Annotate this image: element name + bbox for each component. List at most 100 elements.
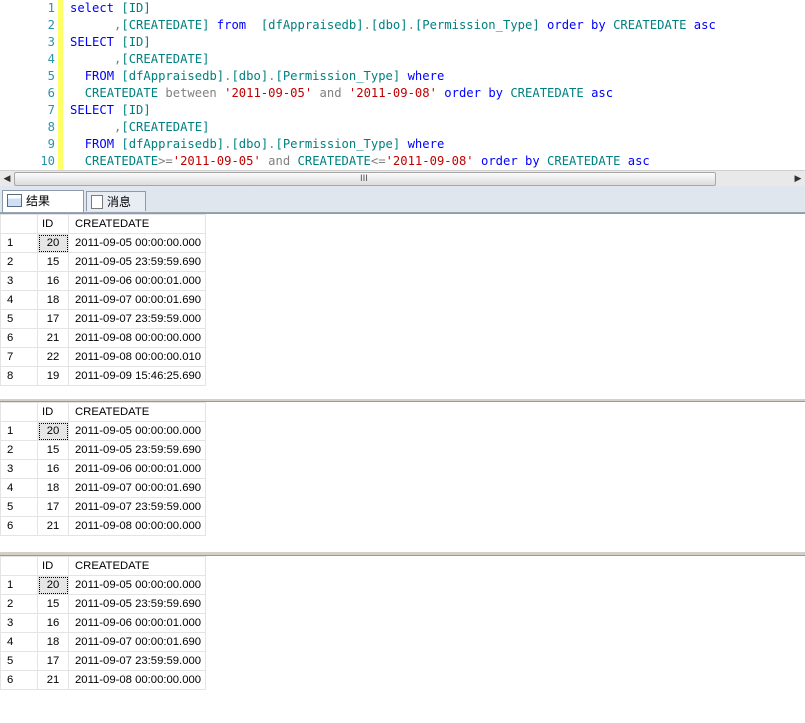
id-cell[interactable]: 16 <box>37 613 69 633</box>
column-header[interactable]: CREATEDATE <box>68 556 206 576</box>
createdate-cell[interactable]: 2011-09-05 23:59:59.690 <box>68 594 206 614</box>
id-cell[interactable]: 16 <box>37 459 69 479</box>
code-line[interactable]: 3 SELECT [ID] <box>0 34 805 51</box>
table-row[interactable]: 4 18 2011-09-07 00:00:01.690 <box>0 478 206 498</box>
table-row[interactable]: 2 15 2011-09-05 23:59:59.690 <box>0 594 206 614</box>
row-number[interactable]: 1 <box>0 421 38 441</box>
code-text[interactable]: ,[CREATEDATE] <box>70 119 209 136</box>
row-number[interactable]: 5 <box>0 309 38 329</box>
results-grid-2[interactable]: ID CREATEDATE 1 20 2011-09-05 00:00:00.000 2 1… <box>0 401 805 549</box>
row-number[interactable]: 1 <box>0 575 38 595</box>
createdate-cell[interactable]: 2011-09-08 00:00:00.000 <box>68 328 206 348</box>
table-row[interactable]: 6 21 2011-09-08 00:00:00.000 <box>0 328 206 348</box>
code-text[interactable]: CREATEDATE between '2011-09-05' and '201… <box>70 85 613 102</box>
corner-cell[interactable] <box>0 402 38 422</box>
table-row[interactable]: 1 20 2011-09-05 00:00:00.000 <box>0 233 206 253</box>
createdate-cell[interactable]: 2011-09-07 00:00:01.690 <box>68 478 206 498</box>
result-table[interactable]: ID CREATEDATE 1 20 2011-09-05 00:00:00.000 2 1… <box>0 556 206 690</box>
table-row[interactable]: 4 18 2011-09-07 00:00:01.690 <box>0 632 206 652</box>
column-header[interactable]: ID <box>37 556 69 576</box>
code-text[interactable]: select [ID] <box>70 0 151 17</box>
column-header[interactable]: ID <box>37 214 69 234</box>
id-cell[interactable]: 18 <box>37 290 69 310</box>
chevron-right-icon[interactable]: ▶ <box>791 171 805 186</box>
code-line[interactable]: 4 ,[CREATEDATE] <box>0 51 805 68</box>
id-cell[interactable]: 22 <box>37 347 69 367</box>
row-number[interactable]: 3 <box>0 459 38 479</box>
table-row[interactable]: 3 16 2011-09-06 00:00:01.000 <box>0 459 206 479</box>
id-cell[interactable]: 15 <box>37 252 69 272</box>
code-text[interactable]: FROM [dfAppraisedb].[dbo].[Permission_Ty… <box>70 68 445 85</box>
table-row[interactable]: 3 16 2011-09-06 00:00:01.000 <box>0 613 206 633</box>
createdate-cell[interactable]: 2011-09-05 00:00:00.000 <box>68 421 206 441</box>
row-number[interactable]: 8 <box>0 366 38 386</box>
id-cell[interactable]: 20 <box>37 575 69 595</box>
code-text[interactable]: CREATEDATE>='2011-09-05' and CREATEDATE<… <box>70 153 650 170</box>
createdate-cell[interactable]: 2011-09-06 00:00:01.000 <box>68 613 206 633</box>
column-header[interactable]: ID <box>37 402 69 422</box>
code-line[interactable]: 5 FROM [dfAppraisedb].[dbo].[Permission_… <box>0 68 805 85</box>
createdate-cell[interactable]: 2011-09-05 00:00:00.000 <box>68 233 206 253</box>
corner-cell[interactable] <box>0 214 38 234</box>
table-row[interactable]: 8 19 2011-09-09 15:46:25.690 <box>0 366 206 386</box>
result-table[interactable]: ID CREATEDATE 1 20 2011-09-05 00:00:00.000 2 1… <box>0 214 206 386</box>
id-cell[interactable]: 18 <box>37 632 69 652</box>
createdate-cell[interactable]: 2011-09-08 00:00:00.000 <box>68 516 206 536</box>
createdate-cell[interactable]: 2011-09-09 15:46:25.690 <box>68 366 206 386</box>
row-number[interactable]: 7 <box>0 347 38 367</box>
code-line[interactable]: 7 SELECT [ID] <box>0 102 805 119</box>
table-row[interactable]: 2 15 2011-09-05 23:59:59.690 <box>0 440 206 460</box>
createdate-cell[interactable]: 2011-09-05 23:59:59.690 <box>68 252 206 272</box>
id-cell[interactable]: 18 <box>37 478 69 498</box>
code-text[interactable]: ,[CREATEDATE] from [dfAppraisedb].[dbo].… <box>70 17 716 34</box>
code-text[interactable]: SELECT [ID] <box>70 102 151 119</box>
tab-results[interactable]: 结果 <box>2 190 84 212</box>
code-text[interactable]: ,[CREATEDATE] <box>70 51 209 68</box>
createdate-cell[interactable]: 2011-09-06 00:00:01.000 <box>68 271 206 291</box>
table-row[interactable]: 5 17 2011-09-07 23:59:59.000 <box>0 651 206 671</box>
horizontal-scrollbar[interactable]: ◀ III ▶ <box>0 170 805 186</box>
code-text[interactable]: SELECT [ID] <box>70 34 151 51</box>
table-row[interactable]: 3 16 2011-09-06 00:00:01.000 <box>0 271 206 291</box>
results-grid-1[interactable]: ID CREATEDATE 1 20 2011-09-05 00:00:00.000 2 1… <box>0 213 805 399</box>
table-row[interactable]: 1 20 2011-09-05 00:00:00.000 <box>0 575 206 595</box>
code-text[interactable]: FROM [dfAppraisedb].[dbo].[Permission_Ty… <box>70 136 445 153</box>
row-number[interactable]: 2 <box>0 440 38 460</box>
table-row[interactable]: 7 22 2011-09-08 00:00:00.010 <box>0 347 206 367</box>
table-row[interactable]: 2 15 2011-09-05 23:59:59.690 <box>0 252 206 272</box>
createdate-cell[interactable]: 2011-09-06 00:00:01.000 <box>68 459 206 479</box>
column-header[interactable]: CREATEDATE <box>68 402 206 422</box>
id-cell[interactable]: 19 <box>37 366 69 386</box>
createdate-cell[interactable]: 2011-09-07 23:59:59.000 <box>68 309 206 329</box>
id-cell[interactable]: 21 <box>37 328 69 348</box>
createdate-cell[interactable]: 2011-09-08 00:00:00.000 <box>68 670 206 690</box>
createdate-cell[interactable]: 2011-09-07 23:59:59.000 <box>68 651 206 671</box>
code-line[interactable]: 10 CREATEDATE>='2011-09-05' and CREATEDA… <box>0 153 805 170</box>
table-row[interactable]: 6 21 2011-09-08 00:00:00.000 <box>0 516 206 536</box>
id-cell[interactable]: 17 <box>37 497 69 517</box>
row-number[interactable]: 4 <box>0 478 38 498</box>
createdate-cell[interactable]: 2011-09-05 00:00:00.000 <box>68 575 206 595</box>
id-cell[interactable]: 15 <box>37 440 69 460</box>
id-cell[interactable]: 17 <box>37 309 69 329</box>
code-line[interactable]: 6 CREATEDATE between '2011-09-05' and '2… <box>0 85 805 102</box>
row-number[interactable]: 3 <box>0 271 38 291</box>
code-line[interactable]: 8 ,[CREATEDATE] <box>0 119 805 136</box>
row-number[interactable]: 4 <box>0 632 38 652</box>
sql-editor[interactable]: 1 select [ID] 2 ,[CREATEDATE] from [dfAppr… <box>0 0 805 170</box>
createdate-cell[interactable]: 2011-09-05 23:59:59.690 <box>68 440 206 460</box>
id-cell[interactable]: 15 <box>37 594 69 614</box>
row-number[interactable]: 5 <box>0 497 38 517</box>
id-cell[interactable]: 21 <box>37 670 69 690</box>
result-table[interactable]: ID CREATEDATE 1 20 2011-09-05 00:00:00.000 2 1… <box>0 402 206 536</box>
createdate-cell[interactable]: 2011-09-07 23:59:59.000 <box>68 497 206 517</box>
id-cell[interactable]: 20 <box>37 421 69 441</box>
id-cell[interactable]: 21 <box>37 516 69 536</box>
id-cell[interactable]: 17 <box>37 651 69 671</box>
row-number[interactable]: 4 <box>0 290 38 310</box>
row-number[interactable]: 6 <box>0 670 38 690</box>
id-cell[interactable]: 20 <box>37 233 69 253</box>
createdate-cell[interactable]: 2011-09-07 00:00:01.690 <box>68 632 206 652</box>
code-line[interactable]: 9 FROM [dfAppraisedb].[dbo].[Permission_… <box>0 136 805 153</box>
createdate-cell[interactable]: 2011-09-08 00:00:00.010 <box>68 347 206 367</box>
